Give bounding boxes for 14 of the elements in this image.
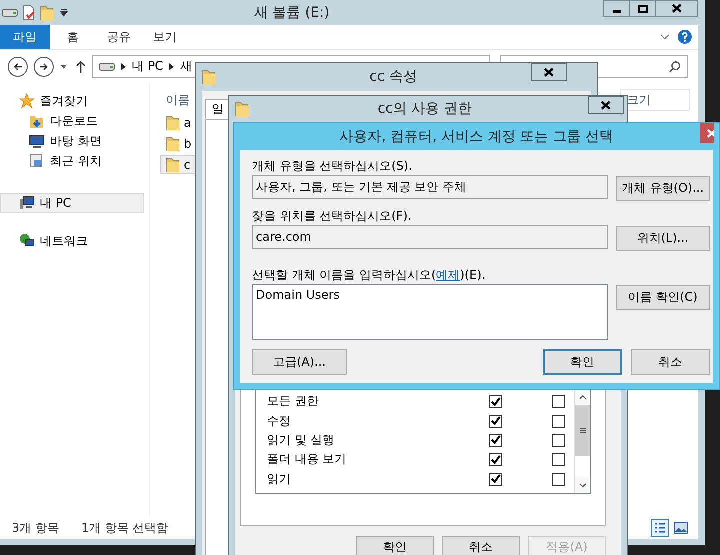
field-label: 선택할 개체 이름을 입력하십시오(예제)(E). xyxy=(252,267,487,284)
permission-name: 읽기 xyxy=(267,470,292,488)
field-label: 개체 유형을 선택하십시오(S). xyxy=(252,158,414,175)
field-label: 찾을 위치를 선택하십시오(F). xyxy=(252,208,413,225)
window-title: 사용자, 컴퓨터, 서비스 계정 또는 그룹 선택 xyxy=(340,128,614,146)
status-text: 1개 항목 선택함 xyxy=(81,520,169,536)
status-text: 3개 항목 xyxy=(12,520,60,536)
window-title: cc 속성 xyxy=(370,68,418,86)
permission-name: 폴더 내용 보기 xyxy=(267,451,348,468)
permission-name: 모든 권한 xyxy=(267,393,320,410)
window-title: cc의 사용 권한 xyxy=(378,100,472,118)
permission-name: 읽기 및 실행 xyxy=(267,432,336,449)
window-title: 새 볼륨 (E:) xyxy=(253,4,331,22)
permission-name: 수정 xyxy=(267,412,292,430)
